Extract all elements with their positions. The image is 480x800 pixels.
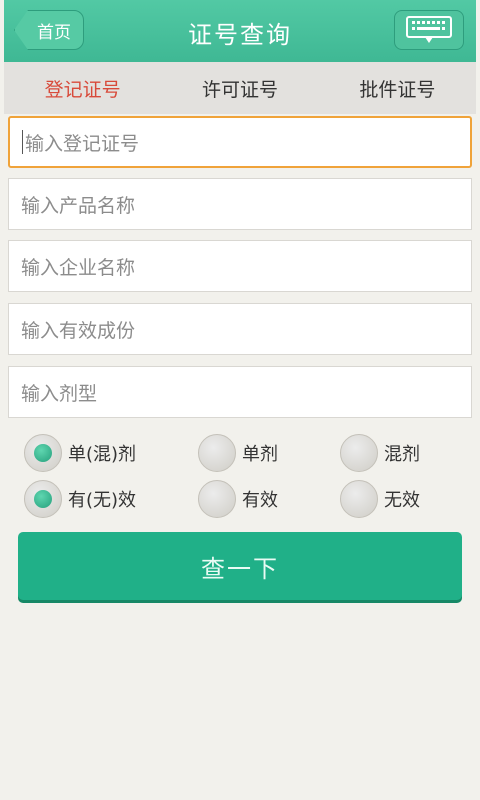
radio-single[interactable]: 单剂 [198,433,278,473]
radio-unselected-icon [198,480,236,518]
radio-unselected-icon [340,434,378,472]
header-bar: 首页 证号查询 [4,0,476,62]
app-screen: 首页 证号查询 登记证号 许可证号 批件证号 输入登记证号 输入产品名称 输入企… [4,0,476,800]
dosage-form-input[interactable]: 输入剂型 [8,366,472,418]
radio-selected-icon [24,434,62,472]
tab-license-number[interactable]: 许可证号 [161,62,318,114]
active-ingredient-placeholder: 输入有效成份 [21,319,136,342]
radio-label: 混剂 [384,444,420,465]
company-name-input[interactable]: 输入企业名称 [8,240,472,292]
radio-label: 无效 [384,490,420,511]
radio-label: 单剂 [242,444,278,465]
radio-unselected-icon [198,434,236,472]
tab-bar: 登记证号 许可证号 批件证号 [4,62,476,114]
tab-approval-number[interactable]: 批件证号 [319,62,476,114]
query-button-label: 查一下 [201,554,279,583]
mixture-radio-group: 单(混)剂 单剂 混剂 [4,433,476,473]
registration-number-input[interactable]: 输入登记证号 [8,116,472,168]
radio-unselected-icon [340,480,378,518]
text-cursor [22,130,23,154]
query-button[interactable]: 查一下 [18,532,462,600]
radio-selected-icon [24,480,62,518]
dosage-form-placeholder: 输入剂型 [21,382,98,405]
keyboard-icon [406,16,452,43]
keyboard-button[interactable] [394,10,464,50]
product-name-input[interactable]: 输入产品名称 [8,178,472,230]
radio-label: 有(无)效 [68,490,137,511]
active-ingredient-input[interactable]: 输入有效成份 [8,303,472,355]
radio-valid-or-invalid[interactable]: 有(无)效 [24,479,136,519]
tab-registration-number[interactable]: 登记证号 [4,62,161,114]
radio-invalid[interactable]: 无效 [340,479,420,519]
radio-label: 有效 [242,490,278,511]
radio-mixed[interactable]: 混剂 [340,433,420,473]
radio-valid[interactable]: 有效 [198,479,278,519]
radio-label: 单(混)剂 [68,444,137,465]
registration-number-placeholder: 输入登记证号 [25,132,140,155]
company-name-placeholder: 输入企业名称 [21,256,136,279]
product-name-placeholder: 输入产品名称 [21,194,136,217]
radio-single-or-mixed[interactable]: 单(混)剂 [24,433,136,473]
validity-radio-group: 有(无)效 有效 无效 [4,479,476,519]
